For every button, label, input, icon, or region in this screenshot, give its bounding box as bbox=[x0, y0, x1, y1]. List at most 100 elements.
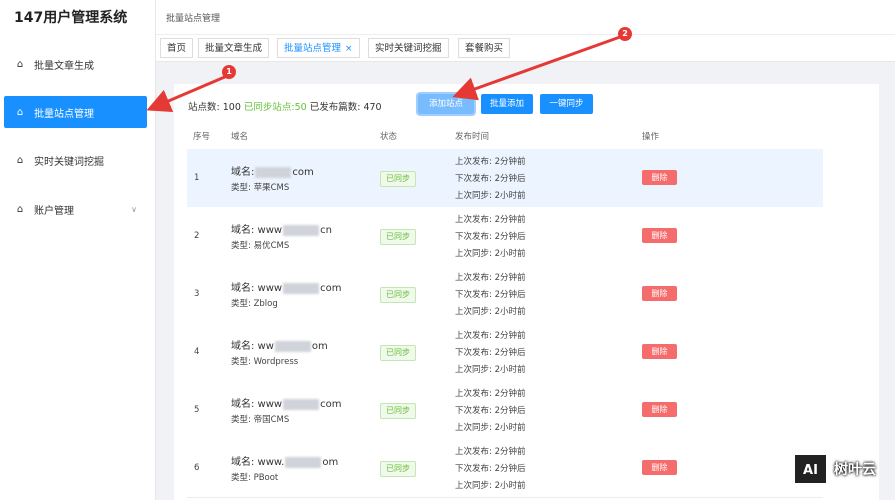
last-sync: 上次同步: 2小时前 bbox=[455, 365, 526, 375]
column-header-status: 状态 bbox=[380, 132, 398, 142]
domain-cell: 域名: www. om bbox=[231, 453, 338, 468]
domain-prefix: 域名: bbox=[231, 167, 255, 178]
next-publish: 下次发布: 2分钟后 bbox=[455, 348, 526, 358]
column-header-action: 操作 bbox=[642, 132, 660, 142]
watermark: AI 树叶云 bbox=[793, 453, 876, 485]
tab-keyword-mining[interactable]: 实时关键词挖掘 bbox=[368, 38, 449, 58]
watermark-text: 树叶云 bbox=[834, 462, 876, 478]
tab-label: 实时关键词挖掘 bbox=[375, 43, 442, 54]
next-publish: 下次发布: 2分钟后 bbox=[455, 174, 526, 184]
status-badge: 已同步 bbox=[380, 287, 416, 303]
redacted-domain bbox=[283, 224, 320, 236]
synced-label: 已同步站点: bbox=[243, 102, 295, 113]
sidebar-item-label: 账户管理 bbox=[34, 205, 74, 217]
sidebar-item-site-manage[interactable]: ⌂ 批量站点管理 bbox=[4, 96, 147, 128]
delete-button[interactable]: 删除 bbox=[642, 460, 677, 475]
app-title: 147用户管理系统 bbox=[14, 10, 128, 26]
table-row: 2 域名: www cn 类型: 易优CMS 已同步 上次发布: 2分钟前 下次发… bbox=[187, 207, 823, 266]
table-row: 1 域名: com 类型: 苹果CMS 已同步 上次发布: 2分钟前 下次发布: … bbox=[187, 149, 823, 208]
table-row: 6 域名: www. om 类型: PBoot 已同步 上次发布: 2分钟前 下次… bbox=[187, 439, 823, 498]
sidebar-item-keyword-mining[interactable]: ⌂ 实时关键词挖掘 bbox=[4, 144, 147, 176]
delete-button[interactable]: 删除 bbox=[642, 286, 677, 301]
last-sync: 上次同步: 2小时前 bbox=[455, 423, 526, 433]
domain-cell: 域名: ww om bbox=[231, 337, 328, 352]
home-icon: ⌂ bbox=[16, 58, 24, 70]
batch-add-button[interactable]: 批量添加 bbox=[481, 94, 533, 114]
domain-cell: 域名: com bbox=[231, 163, 314, 178]
tab-article-gen[interactable]: 批量文章生成 bbox=[198, 38, 270, 58]
tab-site-manage[interactable]: 批量站点管理 × bbox=[277, 38, 360, 58]
domain-suffix: om bbox=[311, 341, 328, 352]
domain-suffix: om bbox=[322, 457, 339, 468]
site-count: 100 bbox=[222, 102, 241, 113]
domain-cell: 域名: www cn bbox=[231, 221, 332, 236]
status-badge: 已同步 bbox=[380, 229, 416, 245]
last-publish: 上次发布: 2分钟前 bbox=[455, 215, 526, 225]
last-sync: 上次同步: 2小时前 bbox=[455, 191, 526, 201]
synced-count: 50 bbox=[294, 102, 307, 113]
row-number: 5 bbox=[194, 405, 200, 415]
redacted-domain bbox=[274, 340, 311, 352]
table-row: 4 域名: ww om 类型: Wordpress 已同步 上次发布: 2分钟前 … bbox=[187, 323, 823, 382]
row-number: 4 bbox=[194, 347, 200, 357]
home-icon: ⌂ bbox=[16, 203, 24, 215]
add-site-button[interactable]: 添加站点 bbox=[416, 92, 476, 116]
sidebar-item-account[interactable]: ⌂ 账户管理 ∨ bbox=[4, 193, 147, 225]
last-publish: 上次发布: 2分钟前 bbox=[455, 273, 526, 283]
column-header-no: 序号 bbox=[193, 132, 211, 142]
one-click-sync-button[interactable]: 一键同步 bbox=[540, 94, 593, 114]
tab-package-buy[interactable]: 套餐购买 bbox=[458, 38, 511, 58]
table-row: 3 域名: www com 类型: Zblog 已同步 上次发布: 2分钟前 下次… bbox=[187, 265, 823, 324]
cms-type: 类型: 帝国CMS bbox=[231, 415, 290, 425]
delete-button[interactable]: 删除 bbox=[642, 402, 677, 417]
delete-button[interactable]: 删除 bbox=[642, 344, 677, 359]
chevron-down-icon: ∨ bbox=[131, 204, 137, 214]
status-badge: 已同步 bbox=[380, 171, 416, 187]
tab-bar: 首页 批量文章生成 批量站点管理 × 实时关键词挖掘 套餐购买 bbox=[156, 35, 895, 62]
status-badge: 已同步 bbox=[380, 461, 416, 477]
row-number: 6 bbox=[194, 463, 200, 473]
published-label: 已发布篇数: bbox=[309, 102, 361, 113]
last-sync: 上次同步: 2小时前 bbox=[455, 481, 526, 491]
last-publish: 上次发布: 2分钟前 bbox=[455, 389, 526, 399]
domain-prefix: 域名: www. bbox=[231, 457, 285, 468]
cms-type: 类型: Zblog bbox=[231, 299, 278, 309]
domain-suffix: cn bbox=[320, 225, 332, 236]
sidebar: 147用户管理系统 ⌂ 批量文章生成 ⌂ 批量站点管理 ⌂ 实时关键词挖掘 ⌂ … bbox=[0, 0, 156, 500]
cms-type: 类型: 易优CMS bbox=[231, 241, 290, 251]
tab-label: 批量站点管理 bbox=[284, 43, 342, 54]
row-number: 3 bbox=[194, 289, 200, 299]
last-sync: 上次同步: 2小时前 bbox=[455, 307, 526, 317]
watermark-logo: AI bbox=[793, 453, 828, 485]
breadcrumb: 批量站点管理 bbox=[166, 14, 221, 24]
delete-button[interactable]: 删除 bbox=[642, 170, 677, 185]
callout-badge-1: 1 bbox=[222, 65, 236, 79]
column-header-time: 发布时间 bbox=[455, 132, 490, 142]
redacted-domain bbox=[283, 282, 320, 294]
tab-home[interactable]: 首页 bbox=[160, 38, 194, 58]
close-icon[interactable]: × bbox=[345, 44, 353, 54]
last-publish: 上次发布: 2分钟前 bbox=[455, 331, 526, 341]
last-sync: 上次同步: 2小时前 bbox=[455, 249, 526, 259]
domain-prefix: 域名: www bbox=[231, 283, 283, 294]
next-publish: 下次发布: 2分钟后 bbox=[455, 232, 526, 242]
sidebar-item-label: 实时关键词挖掘 bbox=[34, 156, 104, 168]
home-icon: ⌂ bbox=[16, 154, 24, 166]
status-badge: 已同步 bbox=[380, 403, 416, 419]
row-number: 2 bbox=[194, 231, 200, 241]
cms-type: 类型: 苹果CMS bbox=[231, 183, 290, 193]
domain-prefix: 域名: www bbox=[231, 225, 283, 236]
next-publish: 下次发布: 2分钟后 bbox=[455, 406, 526, 416]
tab-label: 首页 bbox=[167, 43, 187, 54]
sidebar-item-article-gen[interactable]: ⌂ 批量文章生成 bbox=[4, 48, 147, 80]
cms-type: 类型: Wordpress bbox=[231, 357, 299, 367]
domain-cell: 域名: www com bbox=[231, 395, 341, 410]
sidebar-item-label: 批量站点管理 bbox=[34, 108, 94, 120]
tab-label: 批量文章生成 bbox=[205, 43, 263, 54]
delete-button[interactable]: 删除 bbox=[642, 228, 677, 243]
domain-cell: 域名: www com bbox=[231, 279, 341, 294]
redacted-domain bbox=[285, 456, 322, 468]
domain-prefix: 域名: ww bbox=[231, 341, 274, 352]
next-publish: 下次发布: 2分钟后 bbox=[455, 464, 526, 474]
sidebar-item-label: 批量文章生成 bbox=[34, 60, 94, 72]
